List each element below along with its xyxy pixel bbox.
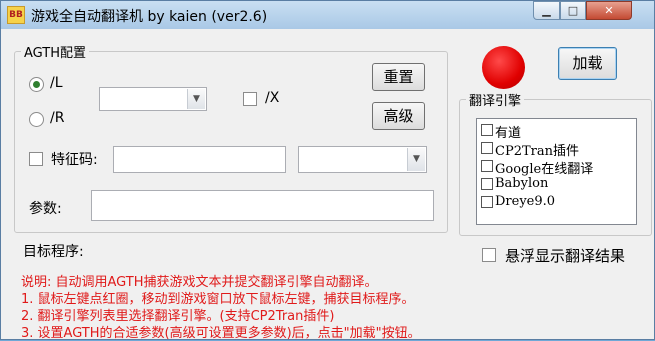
- engine-checkbox[interactable]: [481, 142, 493, 154]
- minimize-button[interactable]: ▁: [533, 1, 560, 20]
- engine-list[interactable]: 有道 CP2Tran插件 Google在线翻译 Babylon Dreye9.0: [476, 118, 637, 225]
- engine-label: Babylon: [495, 176, 549, 191]
- radio-r[interactable]: [29, 112, 44, 127]
- feature-code-checkbox[interactable]: [29, 152, 43, 166]
- radio-l[interactable]: [29, 77, 44, 92]
- window-title: 游戏全自动翻译机 by kaien (ver2.6): [31, 9, 268, 25]
- params-input[interactable]: [91, 190, 434, 221]
- floating-display-checkbox[interactable]: [482, 248, 496, 262]
- engine-label: CP2Tran插件: [495, 144, 579, 159]
- engine-group-legend: 翻译引擎: [466, 90, 525, 109]
- target-program-label: 目标程序:: [23, 244, 84, 260]
- close-button[interactable]: ✕: [586, 1, 632, 20]
- engine-label: Google在线翻译: [495, 162, 594, 177]
- chevron-down-icon: ▼: [187, 89, 205, 109]
- radio-l-label: /L: [50, 75, 63, 91]
- agth-config-legend: AGTH配置: [21, 42, 89, 61]
- app-window: BB 游戏全自动翻译机 by kaien (ver2.6) ▁ □ ✕ AGTH…: [0, 0, 655, 341]
- x-checkbox[interactable]: [243, 92, 257, 106]
- feature-code-input[interactable]: [113, 146, 286, 173]
- app-icon: BB: [7, 6, 25, 24]
- engine-checkbox[interactable]: [481, 124, 493, 136]
- feature-code-label: 特征码:: [51, 152, 98, 168]
- engine-checkbox[interactable]: [481, 178, 493, 190]
- radio-r-label: /R: [50, 110, 65, 126]
- title-bar[interactable]: BB 游戏全自动翻译机 by kaien (ver2.6) ▁ □ ✕: [1, 1, 654, 29]
- load-button[interactable]: 加载: [558, 47, 617, 80]
- engine-label: 有道: [495, 126, 522, 141]
- feature-code-dropdown[interactable]: ▼: [298, 146, 427, 173]
- agth-mode-dropdown[interactable]: ▼: [99, 87, 207, 111]
- chevron-down-icon: ▼: [407, 148, 425, 171]
- target-capture-red-circle[interactable]: [482, 46, 525, 89]
- reset-button[interactable]: 重置: [372, 63, 425, 91]
- engine-checkbox[interactable]: [481, 196, 493, 208]
- x-checkbox-label: /X: [265, 90, 280, 106]
- floating-display-label: 悬浮显示翻译结果: [505, 247, 626, 265]
- advanced-button[interactable]: 高级: [372, 102, 425, 130]
- engine-checkbox[interactable]: [481, 160, 493, 172]
- description-line: 3. 设置AGTH的合适参数(高级可设置更多参数)后，点击"加载"按钮。: [21, 326, 421, 341]
- engine-label: Dreye9.0: [495, 194, 556, 209]
- maximize-button[interactable]: □: [560, 1, 586, 20]
- params-label: 参数:: [29, 201, 62, 217]
